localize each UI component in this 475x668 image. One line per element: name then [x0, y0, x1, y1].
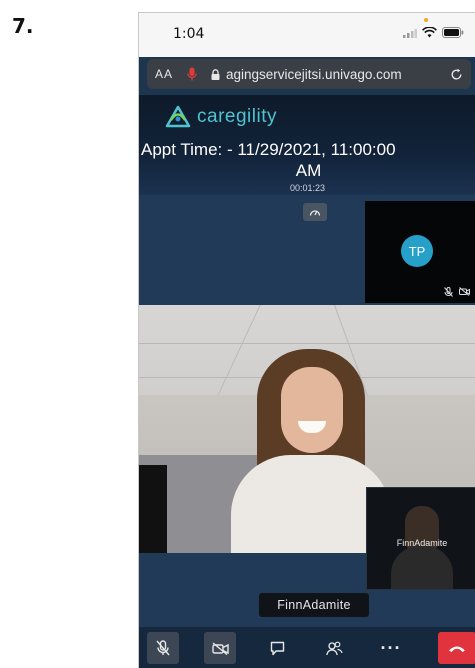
mic-muted-icon [156, 640, 170, 656]
participants-button[interactable] [318, 632, 350, 664]
self-view-thumbnail[interactable]: FinnAdamite [366, 487, 475, 590]
toggle-microphone-button[interactable] [147, 632, 179, 664]
meeting-area: caregility Appt Time: - 11/29/2021, 11:0… [139, 95, 475, 668]
participant-status [444, 287, 470, 297]
speaker-name-tag: FinnAdamite [259, 593, 369, 617]
microphone-icon[interactable] [187, 67, 197, 81]
call-timer: 00:01:23 [289, 183, 326, 193]
mic-in-use-indicator [424, 18, 428, 22]
appointment-time-line2: AM [295, 161, 322, 180]
participant-avatar: TP [401, 235, 433, 267]
chat-icon [270, 641, 284, 655]
caregility-logo-icon [165, 105, 191, 128]
lock-icon [211, 68, 220, 80]
participants-icon [325, 641, 343, 655]
mic-muted-icon [444, 287, 453, 297]
more-options-icon: ··· [380, 638, 402, 658]
text-size-button[interactable]: AA [155, 67, 173, 81]
appointment-time: Appt Time: - 11/29/2021, 11:00:00 AM [139, 139, 475, 181]
signal-icon [403, 28, 417, 38]
hangup-icon [449, 646, 465, 652]
chat-button[interactable] [261, 632, 293, 664]
reload-icon[interactable] [450, 68, 463, 81]
wifi-icon [422, 27, 437, 38]
url-address[interactable]: agingservicejitsi.univago.com [226, 67, 444, 82]
status-bar: 1:04 [139, 13, 475, 57]
hangup-button[interactable] [438, 632, 475, 664]
toggle-camera-button[interactable] [204, 632, 236, 664]
url-bar[interactable]: AA agingservicejitsi.univago.com [147, 59, 471, 89]
page: 7. 1:04 AA agingservicejitsi.univago.com [0, 0, 475, 668]
status-icons [403, 27, 464, 38]
camera-off-icon [459, 287, 470, 296]
ceiling-line [139, 343, 475, 344]
self-view-body [391, 546, 453, 589]
video-chair [139, 465, 167, 553]
connection-quality-button[interactable] [303, 203, 327, 221]
remote-participant-thumbnail[interactable]: TP [365, 201, 475, 303]
more-options-button[interactable]: ··· [375, 632, 407, 664]
self-view-name: FinnAdamite [396, 538, 448, 548]
speedometer-icon [309, 210, 321, 216]
caregility-logo: caregility [165, 105, 277, 129]
video-person-face [281, 367, 343, 453]
appointment-time-line1: Appt Time: - 11/29/2021, 11:00:00 [141, 140, 396, 159]
camera-off-icon [211, 641, 229, 655]
step-label: 7. [12, 14, 34, 38]
status-time: 1:04 [173, 26, 205, 42]
call-toolbar: ··· [139, 627, 475, 668]
phone-screen: 1:04 AA agingservicejitsi.univago.com ca… [138, 12, 475, 668]
battery-icon [442, 27, 464, 38]
logo-text: caregility [197, 106, 277, 127]
